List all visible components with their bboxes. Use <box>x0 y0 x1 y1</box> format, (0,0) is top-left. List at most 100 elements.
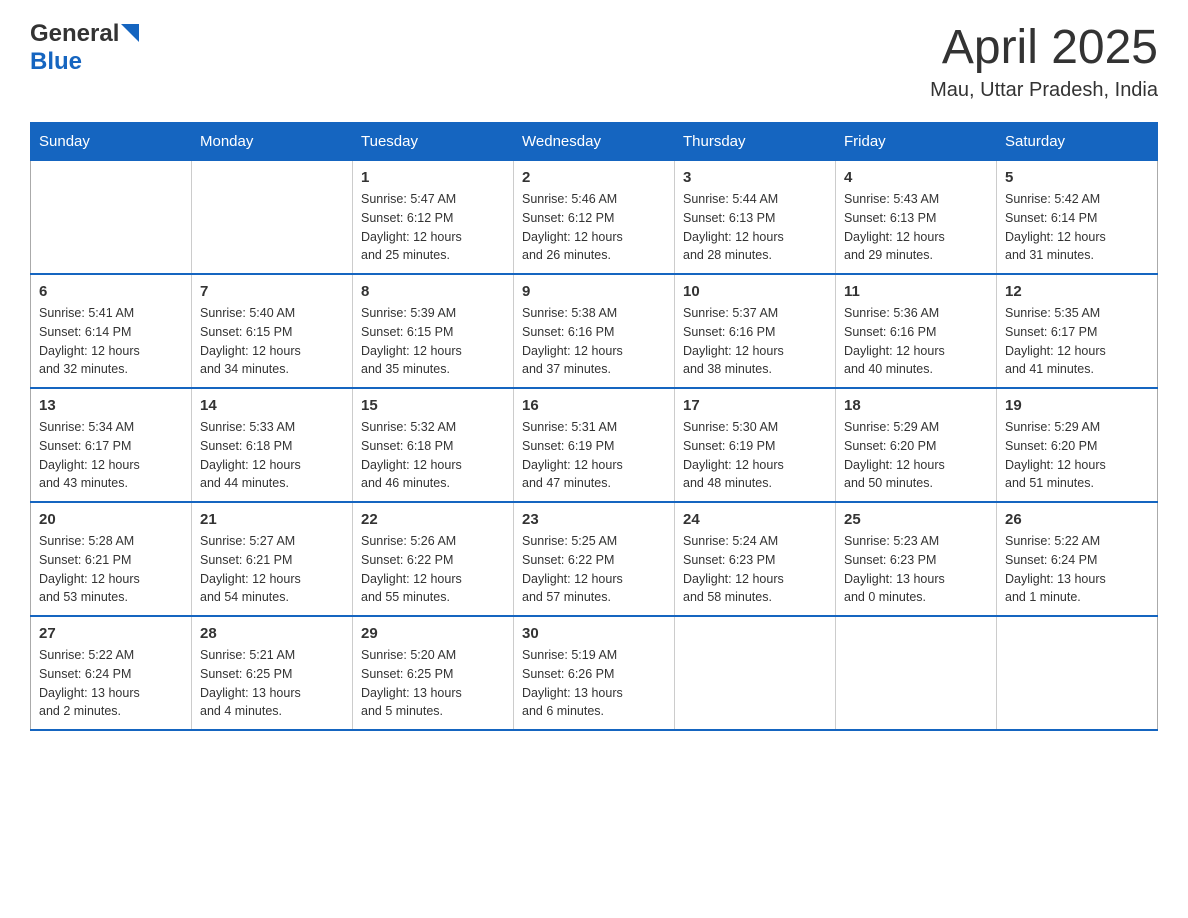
day-info: Sunrise: 5:29 AMSunset: 6:20 PMDaylight:… <box>844 418 988 493</box>
day-number: 20 <box>39 511 183 528</box>
calendar-cell: 17Sunrise: 5:30 AMSunset: 6:19 PMDayligh… <box>675 388 836 502</box>
weekday-header-saturday: Saturday <box>997 123 1158 161</box>
calendar-cell: 21 Sunrise: 5:27 AMSunset: 6:21 PMDayligh… <box>192 502 353 616</box>
day-number: 15 <box>361 397 505 414</box>
day-info: Sunrise: 5:23 AMSunset: 6:23 PMDaylight:… <box>844 532 988 607</box>
calendar-cell: 5Sunrise: 5:42 AMSunset: 6:14 PMDaylight… <box>997 161 1158 275</box>
day-number: 8 <box>361 283 505 300</box>
day-info: Sunrise: 5:38 AMSunset: 6:16 PMDaylight:… <box>522 304 666 379</box>
day-number: 25 <box>844 511 988 528</box>
location-subtitle: Mau, Uttar Pradesh, India <box>930 79 1158 102</box>
calendar-cell: 22Sunrise: 5:26 AMSunset: 6:22 PMDayligh… <box>353 502 514 616</box>
calendar-cell: 13 Sunrise: 5:34 AMSunset: 6:17 PMDayligh… <box>31 388 192 502</box>
weekday-header-sunday: Sunday <box>31 123 192 161</box>
calendar-cell: 7 Sunrise: 5:40 AMSunset: 6:15 PMDaylight… <box>192 274 353 388</box>
day-info: Sunrise: 5:32 AMSunset: 6:18 PMDaylight:… <box>361 418 505 493</box>
calendar-cell: 3 Sunrise: 5:44 AMSunset: 6:13 PMDaylight… <box>675 161 836 275</box>
day-number: 16 <box>522 397 666 414</box>
day-info: Sunrise: 5:34 AMSunset: 6:17 PMDaylight:… <box>39 418 183 493</box>
day-number: 11 <box>844 283 988 300</box>
day-info: Sunrise: 5:22 AMSunset: 6:24 PMDaylight:… <box>1005 532 1149 607</box>
day-number: 23 <box>522 511 666 528</box>
calendar-cell: 19 Sunrise: 5:29 AMSunset: 6:20 PMDayligh… <box>997 388 1158 502</box>
day-number: 2 <box>522 169 666 186</box>
day-number: 9 <box>522 283 666 300</box>
calendar-cell: 15 Sunrise: 5:32 AMSunset: 6:18 PMDayligh… <box>353 388 514 502</box>
calendar-cell: 27 Sunrise: 5:22 AMSunset: 6:24 PMDayligh… <box>31 616 192 730</box>
day-info: Sunrise: 5:44 AMSunset: 6:13 PMDaylight:… <box>683 190 827 265</box>
calendar-cell <box>31 161 192 275</box>
calendar-cell: 2 Sunrise: 5:46 AMSunset: 6:12 PMDaylight… <box>514 161 675 275</box>
day-info: Sunrise: 5:27 AMSunset: 6:21 PMDaylight:… <box>200 532 344 607</box>
calendar-cell: 11 Sunrise: 5:36 AMSunset: 6:16 PMDayligh… <box>836 274 997 388</box>
day-number: 18 <box>844 397 988 414</box>
day-info: Sunrise: 5:19 AMSunset: 6:26 PMDaylight:… <box>522 646 666 721</box>
day-info: Sunrise: 5:30 AMSunset: 6:19 PMDaylight:… <box>683 418 827 493</box>
day-number: 21 <box>200 511 344 528</box>
day-info: Sunrise: 5:20 AMSunset: 6:25 PMDaylight:… <box>361 646 505 721</box>
day-info: Sunrise: 5:41 AMSunset: 6:14 PMDaylight:… <box>39 304 183 379</box>
calendar-cell: 25 Sunrise: 5:23 AMSunset: 6:23 PMDayligh… <box>836 502 997 616</box>
day-info: Sunrise: 5:40 AMSunset: 6:15 PMDaylight:… <box>200 304 344 379</box>
calendar-cell: 26Sunrise: 5:22 AMSunset: 6:24 PMDayligh… <box>997 502 1158 616</box>
calendar-cell <box>997 616 1158 730</box>
calendar-cell <box>192 161 353 275</box>
day-info: Sunrise: 5:43 AMSunset: 6:13 PMDaylight:… <box>844 190 988 265</box>
calendar-cell: 1Sunrise: 5:47 AMSunset: 6:12 PMDaylight… <box>353 161 514 275</box>
weekday-header-tuesday: Tuesday <box>353 123 514 161</box>
calendar-cell: 6 Sunrise: 5:41 AMSunset: 6:14 PMDaylight… <box>31 274 192 388</box>
weekday-header-thursday: Thursday <box>675 123 836 161</box>
calendar-cell: 4 Sunrise: 5:43 AMSunset: 6:13 PMDaylight… <box>836 161 997 275</box>
calendar-cell <box>836 616 997 730</box>
calendar-cell: 20 Sunrise: 5:28 AMSunset: 6:21 PMDayligh… <box>31 502 192 616</box>
day-number: 24 <box>683 511 827 528</box>
calendar-week-4: 20 Sunrise: 5:28 AMSunset: 6:21 PMDayligh… <box>31 502 1158 616</box>
day-number: 7 <box>200 283 344 300</box>
day-number: 13 <box>39 397 183 414</box>
weekday-header-wednesday: Wednesday <box>514 123 675 161</box>
day-number: 3 <box>683 169 827 186</box>
calendar-cell <box>675 616 836 730</box>
calendar-cell: 28 Sunrise: 5:21 AMSunset: 6:25 PMDayligh… <box>192 616 353 730</box>
day-info: Sunrise: 5:29 AMSunset: 6:20 PMDaylight:… <box>1005 418 1149 493</box>
day-info: Sunrise: 5:21 AMSunset: 6:25 PMDaylight:… <box>200 646 344 721</box>
logo-triangle-icon <box>121 24 139 46</box>
day-info: Sunrise: 5:22 AMSunset: 6:24 PMDaylight:… <box>39 646 183 721</box>
day-info: Sunrise: 5:42 AMSunset: 6:14 PMDaylight:… <box>1005 190 1149 265</box>
calendar-header: SundayMondayTuesdayWednesdayThursdayFrid… <box>31 123 1158 161</box>
calendar-cell: 23 Sunrise: 5:25 AMSunset: 6:22 PMDayligh… <box>514 502 675 616</box>
logo: General Blue <box>30 20 139 76</box>
calendar-cell: 14Sunrise: 5:33 AMSunset: 6:18 PMDayligh… <box>192 388 353 502</box>
day-info: Sunrise: 5:24 AMSunset: 6:23 PMDaylight:… <box>683 532 827 607</box>
day-info: Sunrise: 5:31 AMSunset: 6:19 PMDaylight:… <box>522 418 666 493</box>
day-info: Sunrise: 5:28 AMSunset: 6:21 PMDaylight:… <box>39 532 183 607</box>
day-number: 4 <box>844 169 988 186</box>
calendar-cell: 9 Sunrise: 5:38 AMSunset: 6:16 PMDaylight… <box>514 274 675 388</box>
day-info: Sunrise: 5:35 AMSunset: 6:17 PMDaylight:… <box>1005 304 1149 379</box>
day-number: 27 <box>39 625 183 642</box>
calendar-table: SundayMondayTuesdayWednesdayThursdayFrid… <box>30 122 1158 731</box>
calendar-cell: 24 Sunrise: 5:24 AMSunset: 6:23 PMDayligh… <box>675 502 836 616</box>
day-info: Sunrise: 5:37 AMSunset: 6:16 PMDaylight:… <box>683 304 827 379</box>
calendar-week-2: 6 Sunrise: 5:41 AMSunset: 6:14 PMDaylight… <box>31 274 1158 388</box>
day-number: 6 <box>39 283 183 300</box>
day-info: Sunrise: 5:25 AMSunset: 6:22 PMDaylight:… <box>522 532 666 607</box>
day-info: Sunrise: 5:46 AMSunset: 6:12 PMDaylight:… <box>522 190 666 265</box>
weekday-header-friday: Friday <box>836 123 997 161</box>
calendar-cell: 8 Sunrise: 5:39 AMSunset: 6:15 PMDaylight… <box>353 274 514 388</box>
logo-general-text: General <box>30 20 119 48</box>
weekday-header-row: SundayMondayTuesdayWednesdayThursdayFrid… <box>31 123 1158 161</box>
calendar-cell: 29Sunrise: 5:20 AMSunset: 6:25 PMDayligh… <box>353 616 514 730</box>
calendar-cell: 10Sunrise: 5:37 AMSunset: 6:16 PMDayligh… <box>675 274 836 388</box>
calendar-week-5: 27 Sunrise: 5:22 AMSunset: 6:24 PMDayligh… <box>31 616 1158 730</box>
day-number: 22 <box>361 511 505 528</box>
day-info: Sunrise: 5:39 AMSunset: 6:15 PMDaylight:… <box>361 304 505 379</box>
day-number: 28 <box>200 625 344 642</box>
day-number: 12 <box>1005 283 1149 300</box>
weekday-header-monday: Monday <box>192 123 353 161</box>
month-year-title: April 2025 <box>930 20 1158 75</box>
calendar-cell: 30Sunrise: 5:19 AMSunset: 6:26 PMDayligh… <box>514 616 675 730</box>
day-number: 19 <box>1005 397 1149 414</box>
day-number: 14 <box>200 397 344 414</box>
day-info: Sunrise: 5:36 AMSunset: 6:16 PMDaylight:… <box>844 304 988 379</box>
